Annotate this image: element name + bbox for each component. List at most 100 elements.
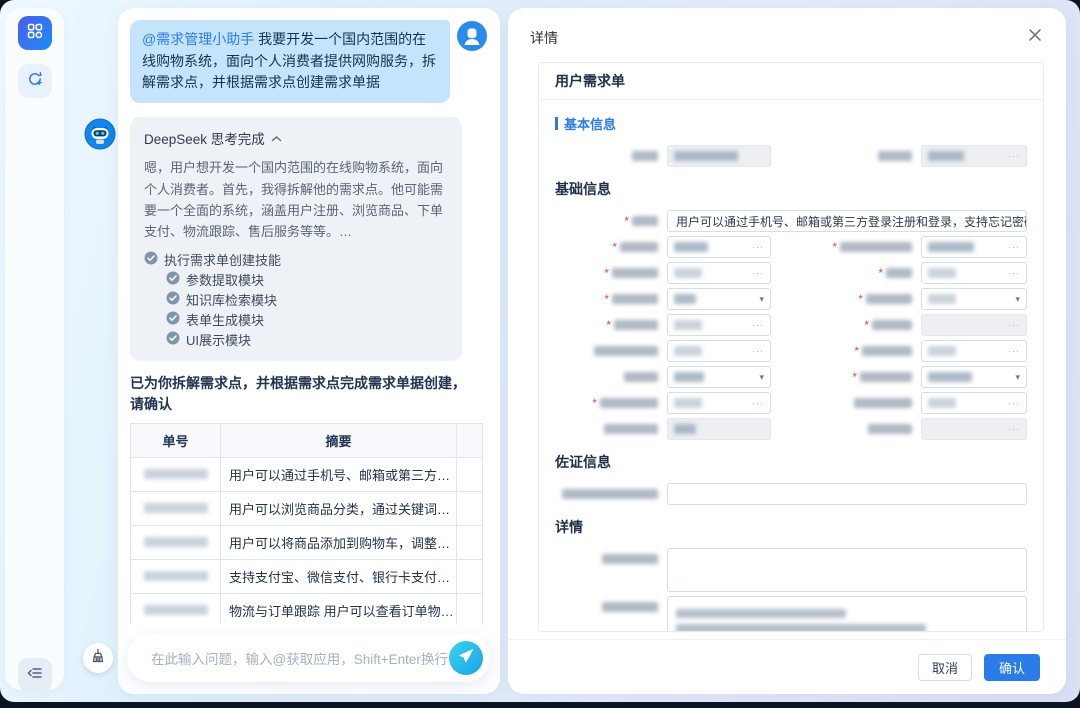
form-input[interactable]: ··· — [667, 314, 771, 336]
chevron-down-icon[interactable]: ▾ — [1015, 373, 1020, 382]
redacted-text — [928, 398, 956, 408]
app-window: @需求管理小助手 我要开发一个国内范围的在线购物系统，面向个人消费者提供网购服务… — [0, 0, 1080, 702]
form-field-label: * — [555, 319, 667, 331]
form-textarea[interactable] — [667, 596, 1027, 632]
checklist-item-label: 知识库检索模块 — [186, 290, 277, 309]
col-order-no: 单号 — [131, 423, 221, 457]
form-row: ··· — [555, 418, 1027, 440]
required-asterisk: * — [612, 241, 617, 253]
skill-checklist: 执行需求单创建技能参数提取模块知识库检索模块表单生成模块UI展示模块 — [144, 251, 448, 349]
form-input[interactable]: ··· — [921, 236, 1027, 258]
chevron-down-icon[interactable]: ▾ — [759, 373, 764, 382]
form-input[interactable]: ··· — [921, 392, 1027, 414]
form-input[interactable]: ··· — [921, 262, 1027, 284]
chevron-down-icon[interactable]: ▾ — [759, 295, 764, 304]
checklist-item: 执行需求单创建技能 — [144, 251, 448, 269]
chat-message-list[interactable]: @需求管理小助手 我要开发一个国内范围的在线购物系统，面向个人消费者提供网购服务… — [130, 18, 492, 624]
table-row: 用户可以浏览商品分类，通过关键词… — [131, 491, 483, 525]
ellipsis-icon[interactable]: ··· — [1008, 321, 1020, 330]
detail-cancel-button[interactable]: 取消 — [918, 654, 972, 681]
ellipsis-icon[interactable]: ··· — [1008, 269, 1020, 278]
ellipsis-icon[interactable]: ··· — [1008, 399, 1020, 408]
form-input-evidence[interactable] — [667, 483, 1027, 505]
chat-input[interactable]: 在此输入问题，输入@获取应用，Shift+Enter换行 — [151, 648, 449, 668]
close-icon[interactable] — [1028, 28, 1042, 47]
redacted-text — [620, 242, 658, 252]
check-circle-icon — [144, 251, 158, 268]
check-circle-icon — [166, 271, 180, 288]
chevron-down-icon[interactable]: ▾ — [1015, 295, 1020, 304]
required-asterisk: * — [604, 293, 609, 305]
clear-chat-button[interactable] — [83, 643, 113, 673]
form-select[interactable]: ▾ — [667, 366, 771, 388]
thinking-title: DeepSeek 思考完成 — [144, 128, 265, 148]
check-circle-icon — [166, 291, 180, 308]
redacted-text — [928, 151, 964, 161]
redacted-text — [886, 268, 912, 278]
table-row: 用户可以将商品添加到购物车，调整… — [131, 525, 483, 559]
order-no-cell — [131, 593, 221, 624]
redacted-text — [674, 346, 702, 356]
form-textarea[interactable] — [667, 548, 1027, 592]
app-mention[interactable]: @需求管理小助手 — [142, 31, 254, 47]
ellipsis-icon[interactable]: ··· — [1008, 243, 1020, 252]
form-row: * ··· * ··· — [555, 314, 1027, 336]
form-select[interactable]: ▾ — [921, 288, 1027, 310]
ellipsis-icon[interactable]: ··· — [752, 399, 764, 408]
form-field-label: * — [555, 397, 667, 409]
collapse-sidebar-button[interactable] — [18, 658, 52, 692]
form-input[interactable]: ··· — [667, 236, 771, 258]
broom-icon — [90, 648, 106, 669]
ellipsis-icon[interactable]: ··· — [1008, 425, 1020, 434]
required-asterisk: * — [604, 267, 609, 279]
form-input[interactable]: ··· — [667, 262, 771, 284]
redacted-text — [602, 602, 658, 612]
required-asterisk: * — [832, 241, 837, 253]
requirement-form-card: 用户需求单 基本信息 ··· 基础信息 *用户可以通过手机号、邮箱或第三方登录注… — [538, 62, 1044, 632]
checklist-item-label: UI展示模块 — [186, 330, 251, 349]
ellipsis-icon[interactable]: ··· — [752, 243, 764, 252]
redacted-text — [612, 268, 658, 278]
thinking-header[interactable]: DeepSeek 思考完成 — [144, 128, 448, 148]
checklist-item-label: 参数提取模块 — [186, 270, 264, 289]
form-field-label: * — [555, 215, 667, 227]
form-input[interactable]: ··· — [667, 340, 771, 362]
ellipsis-icon[interactable]: ··· — [752, 269, 764, 278]
extra-cell — [457, 457, 483, 491]
form-field-label — [555, 489, 667, 499]
required-asterisk: * — [854, 345, 859, 357]
redacted-text — [144, 469, 208, 479]
table-row: 支持支付宝、微信支付、银行卡支付… — [131, 559, 483, 593]
thinking-block: DeepSeek 思考完成 嗯，用户想开发一个国内范围的在线购物系统，面向个人消… — [130, 117, 462, 361]
form-input[interactable]: ··· — [667, 392, 771, 414]
apps-grid-button[interactable] — [18, 16, 52, 50]
ellipsis-icon[interactable]: ··· — [1008, 347, 1020, 356]
required-asterisk: * — [852, 371, 857, 383]
col-summary: 摘要 — [221, 423, 457, 457]
section-basic-info: 基本信息 — [555, 114, 1027, 133]
form-row: *···*··· — [555, 262, 1027, 284]
result-text: 已为你拆解需求点，并根据需求点完成需求单据创建，请确认 — [130, 373, 474, 415]
ellipsis-icon[interactable]: ··· — [1008, 152, 1020, 161]
summary-cell: 物流与订单跟踪 用户可以查看订单物… — [221, 593, 457, 624]
form-input-full[interactable]: 用户可以通过手机号、邮箱或第三方登录注册和登录，支持忘记密码功能。 — [667, 210, 1027, 232]
redacted-text — [674, 424, 696, 434]
ellipsis-icon[interactable]: ··· — [752, 321, 764, 330]
summary-cell: 用户可以通过手机号、邮箱或第三方… — [221, 457, 457, 491]
detail-confirm-button[interactable]: 确认 — [984, 654, 1040, 681]
new-chat-button[interactable] — [18, 64, 52, 98]
section-base-info: 基础信息 — [555, 179, 1027, 199]
form-select[interactable]: ▾ — [667, 288, 771, 310]
send-button[interactable] — [449, 641, 483, 675]
chevron-up-icon[interactable] — [271, 131, 282, 146]
redacted-text — [868, 424, 912, 434]
form-select[interactable]: ▾ — [921, 366, 1027, 388]
detail-panel: 详情 用户需求单 基本信息 ··· 基础信息 *用户可以通过手机号、邮箱或第三方… — [508, 8, 1066, 694]
ellipsis-icon[interactable]: ··· — [752, 347, 764, 356]
form-input[interactable]: ··· — [921, 340, 1027, 362]
redacted-text — [928, 268, 956, 278]
form-row-textarea — [555, 596, 1027, 632]
form-row: * ··· ··· — [555, 392, 1027, 414]
user-avatar — [456, 20, 488, 52]
form-field-label: * — [771, 319, 921, 331]
